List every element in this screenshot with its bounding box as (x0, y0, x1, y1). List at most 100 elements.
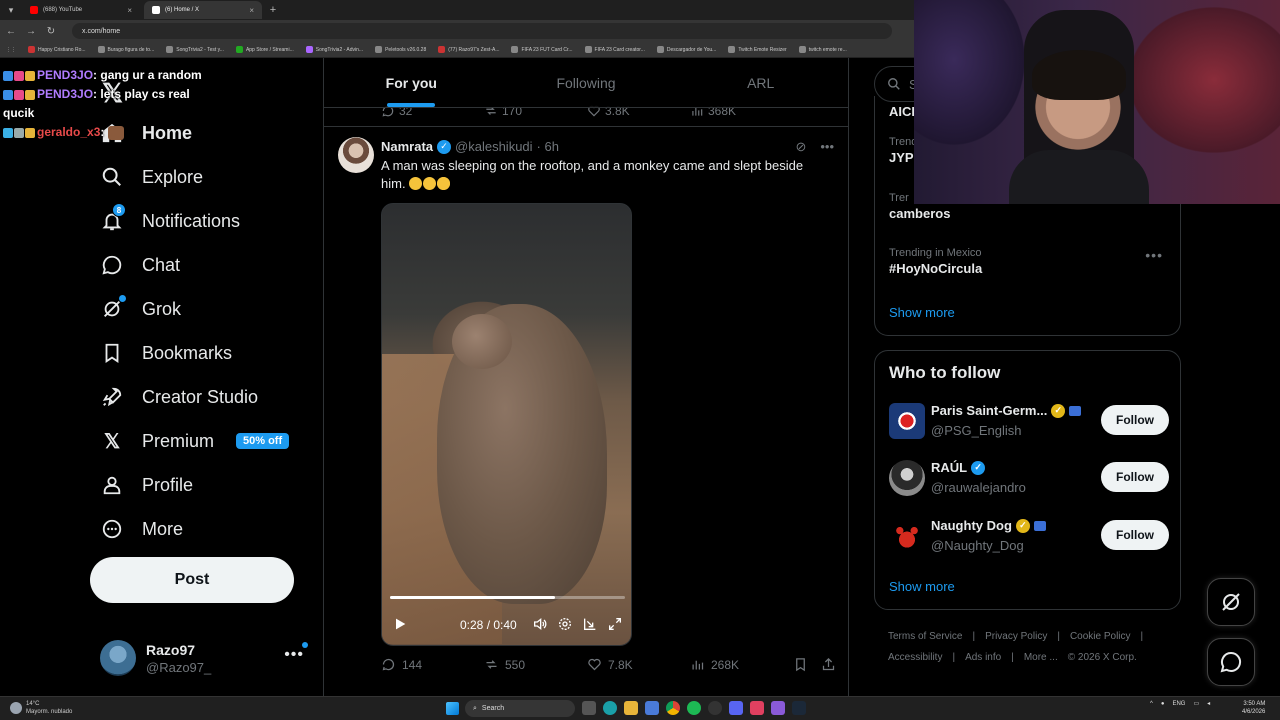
avatar[interactable] (338, 137, 374, 173)
nav-item-more[interactable]: More (100, 509, 183, 549)
obs-icon[interactable] (708, 701, 722, 715)
account-switcher[interactable]: Razo97 @Razo97_ ••• (100, 636, 310, 680)
nav-item-grok[interactable]: Grok (100, 289, 181, 329)
windows-start-icon[interactable] (446, 702, 459, 715)
taskbar-search[interactable]: ⌕ Search (465, 700, 575, 717)
volume-icon[interactable] (532, 616, 548, 632)
bookmark-item[interactable]: App Store / Streami... (235, 46, 294, 53)
bookmark-item[interactable]: Descargador de You... (656, 46, 716, 53)
footer-link[interactable]: Privacy Policy (985, 631, 1047, 642)
play-icon[interactable] (392, 616, 408, 635)
nav-item-notifications[interactable]: 8 Notifications (100, 201, 240, 241)
bookmark-favicon-icon (305, 46, 313, 53)
repost-button[interactable]: 550 (484, 657, 525, 672)
video-progress-bar[interactable] (390, 596, 625, 599)
game-app-icon[interactable] (771, 701, 785, 715)
footer-link[interactable]: Cookie Policy (1070, 631, 1131, 642)
nav-item-explore[interactable]: Explore (100, 157, 203, 197)
views-button[interactable]: 268K (690, 657, 739, 672)
address-bar[interactable]: x.com/home (72, 23, 892, 39)
browser-tab-x[interactable]: (6) Home / X × (144, 1, 262, 19)
reply-button[interactable]: 144 (381, 657, 422, 672)
nav-item-chat[interactable]: Chat (100, 245, 180, 285)
nav-item-bookmarks[interactable]: Bookmarks (100, 333, 232, 373)
like-button[interactable]: 7.8K (587, 657, 633, 672)
post[interactable]: Namrata ✓ @kaleshikudi · 6h ⊘ ••• A man … (324, 127, 848, 696)
picture-in-picture-icon[interactable] (582, 616, 598, 632)
bookmark-item[interactable]: FIFA 23 FUT Card Cr... (511, 46, 573, 53)
bookmark-item[interactable]: Peletools v26.0.28 (375, 46, 426, 53)
author-name[interactable]: Namrata (381, 139, 433, 154)
trends-show-more-link[interactable]: Show more (889, 305, 955, 320)
bookmark-item[interactable]: (77) Razo97's Zest-A... (438, 46, 499, 53)
webcam-person-hair (1032, 50, 1126, 100)
bookmark-item[interactable]: SongTrivia2 - Advin... (305, 46, 363, 53)
forward-icon[interactable]: → (26, 26, 36, 37)
back-icon[interactable]: ← (6, 26, 16, 37)
more-icon[interactable]: ••• (1145, 247, 1163, 263)
language-indicator[interactable]: ENG (1172, 701, 1185, 707)
bookmark-item[interactable]: Burago figura de to... (97, 46, 154, 53)
messages-float-button[interactable] (1207, 638, 1255, 686)
post-button[interactable]: Post (90, 557, 294, 603)
network-icon[interactable]: ▭ (1193, 700, 1199, 707)
task-view-icon[interactable] (582, 701, 596, 715)
follow-button[interactable]: Follow (1101, 462, 1169, 492)
discord-icon[interactable] (729, 701, 743, 715)
tab-arl[interactable]: ARL (673, 58, 848, 107)
tab-for-you[interactable]: For you (324, 58, 499, 107)
footer-link[interactable]: Ads info (965, 652, 1001, 663)
nav-item-profile[interactable]: Profile (100, 465, 193, 505)
bookmark-item[interactable]: twitch emote re... (798, 46, 847, 53)
microphone-icon[interactable]: ● (1161, 701, 1165, 707)
bookmark-item[interactable]: SongTrivia2 - Test y... (166, 46, 224, 53)
nav-item-creator-studio[interactable]: Creator Studio (100, 377, 258, 417)
fullscreen-icon[interactable] (607, 616, 623, 632)
tab-list-icon[interactable]: ▾ (4, 3, 18, 17)
chrome-icon[interactable] (666, 701, 680, 715)
grok-icon[interactable]: ⊘ (795, 139, 806, 155)
media-app-icon[interactable] (750, 701, 764, 715)
laughing-emoji-icon (409, 177, 423, 190)
close-icon[interactable]: × (127, 6, 132, 15)
follow-button[interactable]: Follow (1101, 405, 1169, 435)
file-explorer-icon[interactable] (624, 701, 638, 715)
tray-chevron-icon[interactable]: ^ (1150, 701, 1153, 707)
settings-gear-icon[interactable] (557, 616, 573, 632)
footer-link[interactable]: Accessibility (888, 652, 942, 663)
clock[interactable]: 3:50 AM 4/6/2026 (1242, 700, 1265, 716)
reload-icon[interactable]: ↻ (46, 26, 56, 37)
follow-suggestion[interactable]: Naughty Dog ✓ @Naughty_Dog Follow (889, 516, 1169, 556)
post-time[interactable]: · 6h (537, 139, 559, 154)
bookmark-button[interactable] (793, 657, 808, 672)
bookmark-item[interactable]: Happy Cristiano Ro... (28, 46, 86, 53)
footer-link[interactable]: More ... (1024, 652, 1058, 663)
follow-suggestion[interactable]: RAÚL ✓ @rauwalejandro Follow (889, 458, 1169, 498)
store-icon[interactable] (645, 701, 659, 715)
browser-tab-youtube[interactable]: (688) YouTube × (22, 1, 140, 19)
weather-widget[interactable]: 14°C Mayorm. nublado (10, 700, 72, 716)
apps-icon[interactable]: ⋮⋮ (6, 47, 16, 53)
trend-item[interactable]: Trending in Mexico #HoyNoCircula ••• (889, 247, 1169, 276)
close-icon[interactable]: × (249, 6, 254, 15)
bookmark-item[interactable]: Twitch Emote Resizer (728, 46, 787, 53)
tab-following[interactable]: Following (499, 58, 674, 107)
author-handle[interactable]: @kaleshikudi (455, 139, 533, 154)
grok-float-button[interactable] (1207, 578, 1255, 626)
share-button[interactable] (821, 657, 836, 672)
follow-button[interactable]: Follow (1101, 520, 1169, 550)
spotify-icon[interactable] (687, 701, 701, 715)
new-tab-button[interactable]: + (266, 4, 280, 16)
stream-chat-overlay: PEND3JO: gang ur a random PEND3JO: lets … (3, 66, 203, 142)
video-player[interactable]: 0:28 / 0:40 (381, 203, 632, 646)
edge-icon[interactable] (603, 701, 617, 715)
footer-link[interactable]: Terms of Service (888, 631, 962, 642)
more-icon[interactable]: ••• (820, 139, 834, 155)
nav-item-premium[interactable]: 𝕏 Premium 50% off (100, 421, 290, 461)
bookmark-item[interactable]: FIFA 23 Card creator... (584, 46, 645, 53)
steam-icon[interactable] (792, 701, 806, 715)
volume-icon[interactable]: ◂ (1207, 700, 1210, 707)
follow-suggestion[interactable]: Paris Saint-Germ... ✓ @PSG_English Follo… (889, 401, 1169, 441)
who-to-follow-show-more-link[interactable]: Show more (889, 579, 955, 594)
more-icon[interactable]: ••• (284, 646, 304, 664)
